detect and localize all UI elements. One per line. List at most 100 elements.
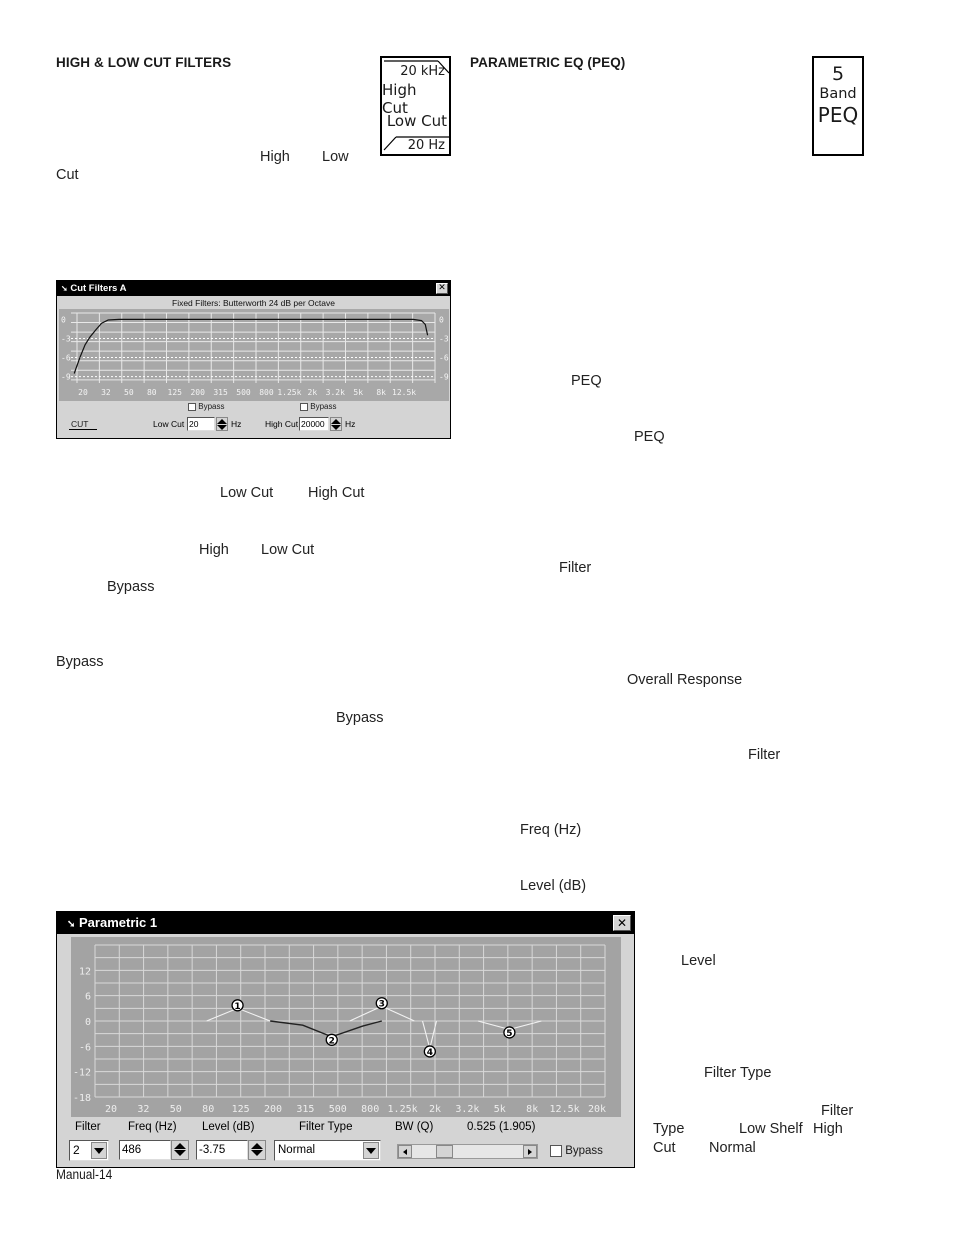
window-title-bar[interactable]: ➘ Cut Filters A ✕ — [57, 281, 450, 296]
spin-up-icon[interactable] — [251, 1143, 263, 1149]
close-icon: ✕ — [438, 283, 446, 293]
level-input[interactable]: -3.75 — [196, 1140, 248, 1160]
body-text-fragment: Low — [322, 149, 349, 165]
low-cut-spinner[interactable] — [216, 417, 228, 431]
spin-down-icon[interactable] — [217, 425, 227, 430]
x-tick-label: 80 — [147, 388, 157, 397]
body-text-fragment: Normal — [709, 1140, 756, 1156]
x-tick-label: 5k — [494, 1104, 506, 1115]
peq-bypass-checkbox[interactable] — [550, 1145, 562, 1157]
x-tick-label: 200 — [190, 388, 205, 397]
y-tick-label: -18 — [73, 1093, 91, 1104]
window-title-bar[interactable]: ➘ Parametric 1 ✕ — [57, 912, 634, 934]
spin-down-icon[interactable] — [251, 1150, 263, 1156]
filter-type-dropdown-button[interactable] — [363, 1142, 379, 1159]
x-tick-label: 20 — [105, 1104, 117, 1115]
peq-icon-bands: 5 — [831, 63, 845, 85]
high-cut-input[interactable]: 20000 — [299, 417, 329, 431]
x-tick-label: 50 — [170, 1104, 182, 1115]
filter-marker-label: 2 — [329, 1036, 335, 1046]
body-text-fragment: Type — [653, 1121, 685, 1137]
close-icon: ✕ — [616, 916, 628, 930]
freq-spinner[interactable] — [171, 1140, 189, 1160]
y-tick-label-right: -6 — [439, 354, 449, 363]
x-tick-label: 1.25k — [277, 388, 301, 397]
x-tick-label: 200 — [264, 1104, 282, 1115]
x-tick-label: 500 — [329, 1104, 347, 1115]
high-cut-bypass-label: Bypass — [310, 402, 337, 411]
bw-slider[interactable] — [397, 1144, 538, 1159]
page-footer: Manual-14 — [56, 1166, 113, 1182]
filter-type-select[interactable]: Normal — [274, 1140, 381, 1161]
x-tick-label: 800 — [361, 1104, 379, 1115]
body-text-fragment: Cut — [56, 167, 79, 183]
spin-up-icon[interactable] — [174, 1143, 186, 1149]
x-tick-label: 125 — [168, 388, 183, 397]
high-cut-spinner[interactable] — [330, 417, 342, 431]
x-tick-label: 32 — [101, 388, 111, 397]
arrow-right-icon — [528, 1149, 532, 1155]
spin-up-icon[interactable] — [331, 419, 341, 424]
bw-slider-thumb[interactable] — [435, 1145, 453, 1158]
body-text-fragment: Level — [681, 953, 716, 969]
body-text-fragment: Filter Type — [704, 1065, 772, 1081]
filter-dropdown-button[interactable] — [91, 1142, 107, 1159]
spin-up-icon[interactable] — [217, 419, 227, 424]
low-cut-bypass-checkbox[interactable] — [188, 402, 196, 411]
peq-bypass[interactable]: Bypass — [550, 1145, 603, 1157]
cut-response-chart: 0 0 -3 -3 -6 -6 -9 -9 20 32 50 80 125 200 315 500 800 1.2… — [59, 309, 449, 401]
body-text-fragment: Cut — [653, 1140, 676, 1156]
bw-label: BW (Q) — [395, 1121, 434, 1133]
filter-subtitle: Fixed Filters: Butterworth 24 dB per Oct… — [172, 298, 335, 308]
x-tick-label: 2k — [308, 388, 318, 397]
close-button[interactable]: ✕ — [613, 915, 631, 931]
filter-select[interactable]: 2 — [69, 1140, 109, 1161]
body-text-fragment: High Cut — [308, 485, 365, 501]
body-text-fragment: High — [199, 542, 229, 558]
close-button[interactable]: ✕ — [436, 283, 448, 294]
y-tick-label-left: 0 — [61, 315, 66, 324]
chevron-down-icon — [366, 1148, 376, 1154]
body-text-fragment: Bypass — [56, 654, 104, 670]
body-text-fragment: High — [813, 1121, 843, 1137]
arrow-left-icon — [403, 1149, 407, 1155]
x-tick-label: 315 — [296, 1104, 314, 1115]
y-tick-label-left: -6 — [61, 354, 71, 363]
body-text-fragment: High — [260, 149, 290, 165]
level-spinner[interactable] — [248, 1140, 266, 1160]
spin-down-icon[interactable] — [174, 1150, 186, 1156]
low-cut-bypass-label: Bypass — [198, 402, 225, 411]
low-cut-input[interactable]: 20 — [187, 417, 215, 431]
x-tick-label: 12.5k — [392, 388, 416, 397]
y-tick-label: -12 — [73, 1068, 91, 1079]
chevron-down-icon — [94, 1148, 104, 1154]
high-cut-value: 20 kHz — [400, 64, 445, 79]
freq-input[interactable]: 486 — [119, 1140, 171, 1160]
x-tick-label: 32 — [137, 1104, 149, 1115]
peq-bypass-label: Bypass — [565, 1145, 603, 1158]
body-text-fragment: Low Cut — [261, 542, 315, 558]
x-tick-label: 8k — [376, 388, 386, 397]
x-tick-label: 80 — [202, 1104, 214, 1115]
section-heading-cut-filters: HIGH & LOW CUT FILTERS — [56, 55, 232, 70]
spin-down-icon[interactable] — [331, 425, 341, 430]
tab-cut[interactable]: CUT — [69, 419, 97, 430]
x-tick-label: 315 — [213, 388, 228, 397]
window-title: Cut Filters A — [70, 283, 127, 294]
x-tick-label: 3.2k — [455, 1104, 479, 1115]
low-cut-bypass[interactable]: Bypass — [188, 402, 224, 411]
high-cut-bypass-checkbox[interactable] — [300, 402, 308, 411]
x-tick-label: 125 — [232, 1104, 250, 1115]
body-text-fragment: PEQ — [571, 373, 602, 389]
peq-response-chart: 1260-6-12-1820 32 50 80 125 200 315 500 800 1.25k… — [71, 937, 621, 1117]
low-cut-label: Low Cut — [386, 112, 447, 130]
scroll-right-button[interactable] — [523, 1145, 537, 1158]
peq-icon-peq-label: PEQ — [817, 103, 859, 127]
filter-type-label: Filter Type — [299, 1121, 353, 1133]
y-tick-label-right: -9 — [439, 373, 449, 382]
y-tick-label-right: 0 — [439, 315, 444, 324]
x-tick-label: 5k — [353, 388, 363, 397]
y-tick-label: 12 — [79, 966, 91, 977]
scroll-left-button[interactable] — [398, 1145, 412, 1158]
high-cut-bypass[interactable]: Bypass — [300, 402, 336, 411]
